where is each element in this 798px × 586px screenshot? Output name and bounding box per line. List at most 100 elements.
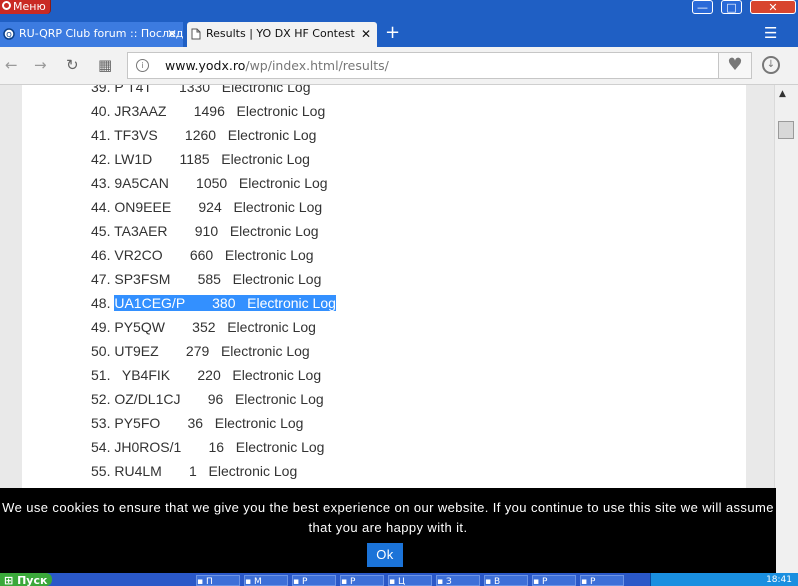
- close-tab-icon[interactable]: ✕: [167, 22, 177, 46]
- cookie-message: We use cookies to ensure that we give yo…: [2, 500, 774, 535]
- result-log-type: Electronic Log: [227, 319, 316, 335]
- result-entry: YB4FIK 220 Electronic Log: [114, 367, 321, 383]
- result-score: 96: [180, 391, 235, 407]
- result-entry: OZ/DL1CJ 96 Electronic Log: [114, 391, 323, 407]
- taskbar-item[interactable]: ▪ Р: [292, 575, 336, 586]
- result-score: 1260: [157, 127, 228, 143]
- result-log-type: Electronic Log: [238, 175, 328, 191]
- result-entry: TA3AER 910 Electronic Log: [114, 223, 318, 239]
- site-info-icon[interactable]: i: [136, 59, 149, 72]
- result-score: 660: [162, 247, 225, 263]
- result-score: 1050: [168, 175, 239, 191]
- result-row: 53. PY5FO 36 Electronic Log: [91, 415, 303, 439]
- tab-menu-icon[interactable]: ☰: [764, 21, 777, 45]
- result-callsign: LW1D: [114, 151, 153, 167]
- tab-results-yodx[interactable]: Results | YO DX HF Contest ✕: [187, 22, 377, 47]
- taskbar-item[interactable]: ▪ Ц: [388, 575, 432, 586]
- close-window-button[interactable]: ✕: [750, 0, 796, 14]
- new-tab-button[interactable]: +: [385, 21, 400, 45]
- result-entry: LW1D 1185 Electronic Log: [114, 151, 310, 167]
- download-icon[interactable]: ↓: [762, 56, 780, 74]
- result-rank: 54.: [91, 439, 115, 455]
- taskbar-item[interactable]: ▪ В: [484, 575, 528, 586]
- windows-flag-icon: ⊞: [4, 574, 14, 586]
- window-titlebar: Меню — □ ✕: [0, 0, 798, 18]
- result-score: 352: [164, 319, 228, 335]
- result-rank: 46.: [91, 247, 115, 263]
- result-log-type: Electronic Log: [224, 247, 314, 263]
- taskbar-item[interactable]: ▪ Р: [580, 575, 624, 586]
- result-callsign: ON9EEE: [114, 199, 172, 215]
- taskbar-item[interactable]: ▪ Р: [532, 575, 576, 586]
- result-row: 41. TF3VS 1260 Electronic Log: [91, 127, 316, 151]
- taskbar-item[interactable]: ▪ Р: [340, 575, 384, 586]
- bookmark-heart-icon[interactable]: ♥: [719, 52, 752, 79]
- result-rank: 39.: [91, 85, 115, 95]
- maximize-button[interactable]: □: [721, 0, 742, 14]
- result-entry: JH0ROS/1 16 Electronic Log: [114, 439, 324, 455]
- scroll-thumb[interactable]: [778, 121, 794, 139]
- forward-icon[interactable]: →: [34, 55, 47, 75]
- close-tab-icon[interactable]: ✕: [361, 22, 371, 46]
- result-row: 40. JR3AAZ 1496 Electronic Log: [91, 103, 325, 127]
- page-icon: [191, 28, 201, 40]
- result-entry: UA1CEG/P 380 Electronic Log: [114, 295, 336, 311]
- result-rank: 51.: [91, 367, 115, 383]
- address-bar[interactable]: i www.yodx.ro/wp/index.html/results/: [127, 52, 719, 79]
- result-score: 1330: [151, 85, 222, 95]
- result-score: 279: [158, 343, 221, 359]
- result-callsign: YB4FIK: [114, 367, 171, 383]
- result-score: 910: [167, 223, 230, 239]
- result-rank: 47.: [91, 271, 115, 287]
- result-log-type: Electronic Log: [208, 463, 298, 479]
- result-score: 1496: [166, 103, 237, 119]
- result-row: 39. P T4T 1330 Electronic Log: [91, 85, 310, 103]
- cookie-consent-bar: We use cookies to ensure that we give yo…: [0, 488, 776, 573]
- cookie-ok-button[interactable]: Ok: [367, 543, 403, 567]
- result-entry: P T4T 1330 Electronic Log: [114, 85, 310, 95]
- result-rank: 40.: [91, 103, 115, 119]
- speed-dial-grid-icon[interactable]: ▦: [98, 55, 112, 75]
- result-entry: PY5QW 352 Electronic Log: [114, 319, 316, 335]
- result-row: 45. TA3AER 910 Electronic Log: [91, 223, 319, 247]
- result-rank: 48.: [91, 295, 115, 311]
- tab-ru-qrp-forum[interactable]: Q RU-QRP Club forum :: Послед ✕: [0, 22, 183, 47]
- result-callsign: JH0ROS/1: [114, 439, 182, 455]
- result-row: 54. JH0ROS/1 16 Electronic Log: [91, 439, 324, 463]
- result-log-type: Electronic Log: [214, 415, 304, 431]
- result-rank: 52.: [91, 391, 115, 407]
- result-rank: 45.: [91, 223, 115, 239]
- minimize-button[interactable]: —: [692, 0, 713, 14]
- result-row: 50. UT9EZ 279 Electronic Log: [91, 343, 310, 367]
- navigation-toolbar: ← → ↻ ▦ i www.yodx.ro/wp/index.html/resu…: [0, 47, 798, 85]
- browser-menu-button[interactable]: Меню: [0, 0, 51, 14]
- result-log-type: Electronic Log: [233, 199, 323, 215]
- svg-text:Q: Q: [6, 31, 12, 39]
- scroll-up-arrow-icon[interactable]: ▲: [779, 89, 786, 99]
- page-scrollbar[interactable]: ▲: [774, 85, 798, 573]
- result-callsign: PY5FO: [114, 415, 161, 431]
- result-callsign: SP3FSM: [114, 271, 171, 287]
- result-callsign: UT9EZ: [114, 343, 159, 359]
- back-icon[interactable]: ←: [5, 55, 18, 75]
- taskbar-item[interactable]: ▪ М: [244, 575, 288, 586]
- start-button[interactable]: ⊞ Пуск: [0, 573, 52, 586]
- result-log-type: Electronic Log: [232, 367, 322, 383]
- result-callsign: UA1CEG/P: [114, 295, 185, 311]
- result-row: 44. ON9EEE 924 Electronic Log: [91, 199, 322, 223]
- result-entry: JR3AAZ 1496 Electronic Log: [114, 103, 325, 119]
- result-callsign: PY5QW: [114, 319, 165, 335]
- result-log-type: Electronic Log: [221, 85, 311, 95]
- result-entry: 9A5CAN 1050 Electronic Log: [114, 175, 327, 191]
- result-score: 1185: [152, 151, 222, 167]
- result-log-type: Electronic Log: [234, 391, 324, 407]
- result-callsign: TA3AER: [114, 223, 168, 239]
- result-row: 46. VR2CO 660 Electronic Log: [91, 247, 314, 271]
- taskbar-item[interactable]: ▪ З: [436, 575, 480, 586]
- windows-taskbar: ⊞ Пуск ▪ П ▪ М ▪ Р ▪ Р ▪ Ц ▪ З ▪ В ▪ Р ▪ Р 18:41: [0, 573, 798, 586]
- result-rank: 43.: [91, 175, 115, 191]
- result-log-type: Electronic Log: [227, 127, 317, 143]
- reload-icon[interactable]: ↻: [66, 55, 79, 75]
- result-callsign: RU4LM: [114, 463, 162, 479]
- taskbar-item[interactable]: ▪ П: [196, 575, 240, 586]
